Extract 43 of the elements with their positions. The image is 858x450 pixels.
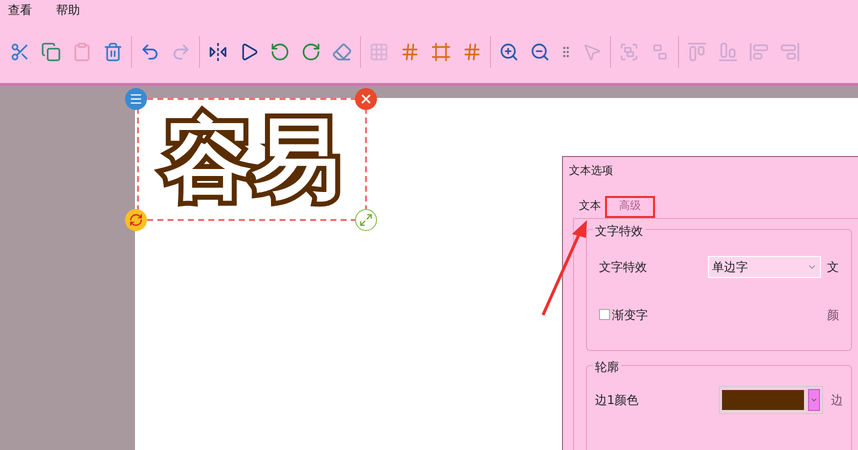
- paste-icon: [72, 42, 92, 62]
- outlined-text: 容易: [139, 100, 365, 218]
- field-label: 边: [831, 392, 843, 408]
- grid-icon: [369, 42, 389, 62]
- color-picker[interactable]: [719, 386, 823, 414]
- resize-icon: [359, 213, 373, 227]
- effect-select[interactable]: 单边字: [708, 256, 821, 278]
- hash-icon: [462, 42, 482, 62]
- field-label: 颜: [827, 306, 839, 324]
- scissors-icon: [10, 42, 30, 62]
- zoom-out-icon: [530, 42, 550, 62]
- rotate-right-icon: [301, 42, 321, 62]
- group-title: 文字特效: [593, 222, 645, 240]
- checkbox-label: 渐变字: [612, 306, 648, 324]
- field-label: 文字特效: [599, 258, 648, 276]
- rotate-icon: [129, 213, 143, 227]
- group-title: 轮廓: [593, 358, 621, 376]
- align-bottom-icon: [718, 42, 738, 62]
- eraser-icon: [332, 42, 352, 62]
- group-icon: [619, 42, 639, 62]
- rotate-left-icon: [270, 42, 290, 62]
- zoom-in-icon: [499, 42, 519, 62]
- field-label: 边1颜色: [595, 392, 640, 408]
- align-left-icon: [749, 42, 769, 62]
- pointer-icon: [582, 42, 602, 62]
- flip-horizontal-icon: [208, 42, 228, 62]
- close-icon: [359, 92, 373, 106]
- menu-icon: [129, 92, 143, 106]
- field-label: 文: [827, 258, 839, 276]
- menu-item[interactable]: 帮助: [52, 1, 84, 19]
- frame-icon: [431, 42, 451, 62]
- align-top-icon: [687, 42, 707, 62]
- checkbox[interactable]: [599, 309, 610, 320]
- dropdown-button[interactable]: [808, 388, 820, 410]
- delete-icon: [103, 42, 123, 62]
- undo-icon: [140, 42, 160, 62]
- copy-icon: [41, 42, 61, 62]
- menu-item[interactable]: 查看: [4, 1, 36, 19]
- hash-icon: [400, 42, 420, 62]
- dialog-title: 文本选项: [569, 163, 614, 179]
- align-right-icon: [780, 42, 800, 62]
- tab[interactable]: 文本: [575, 196, 605, 218]
- redo-icon: [171, 42, 191, 62]
